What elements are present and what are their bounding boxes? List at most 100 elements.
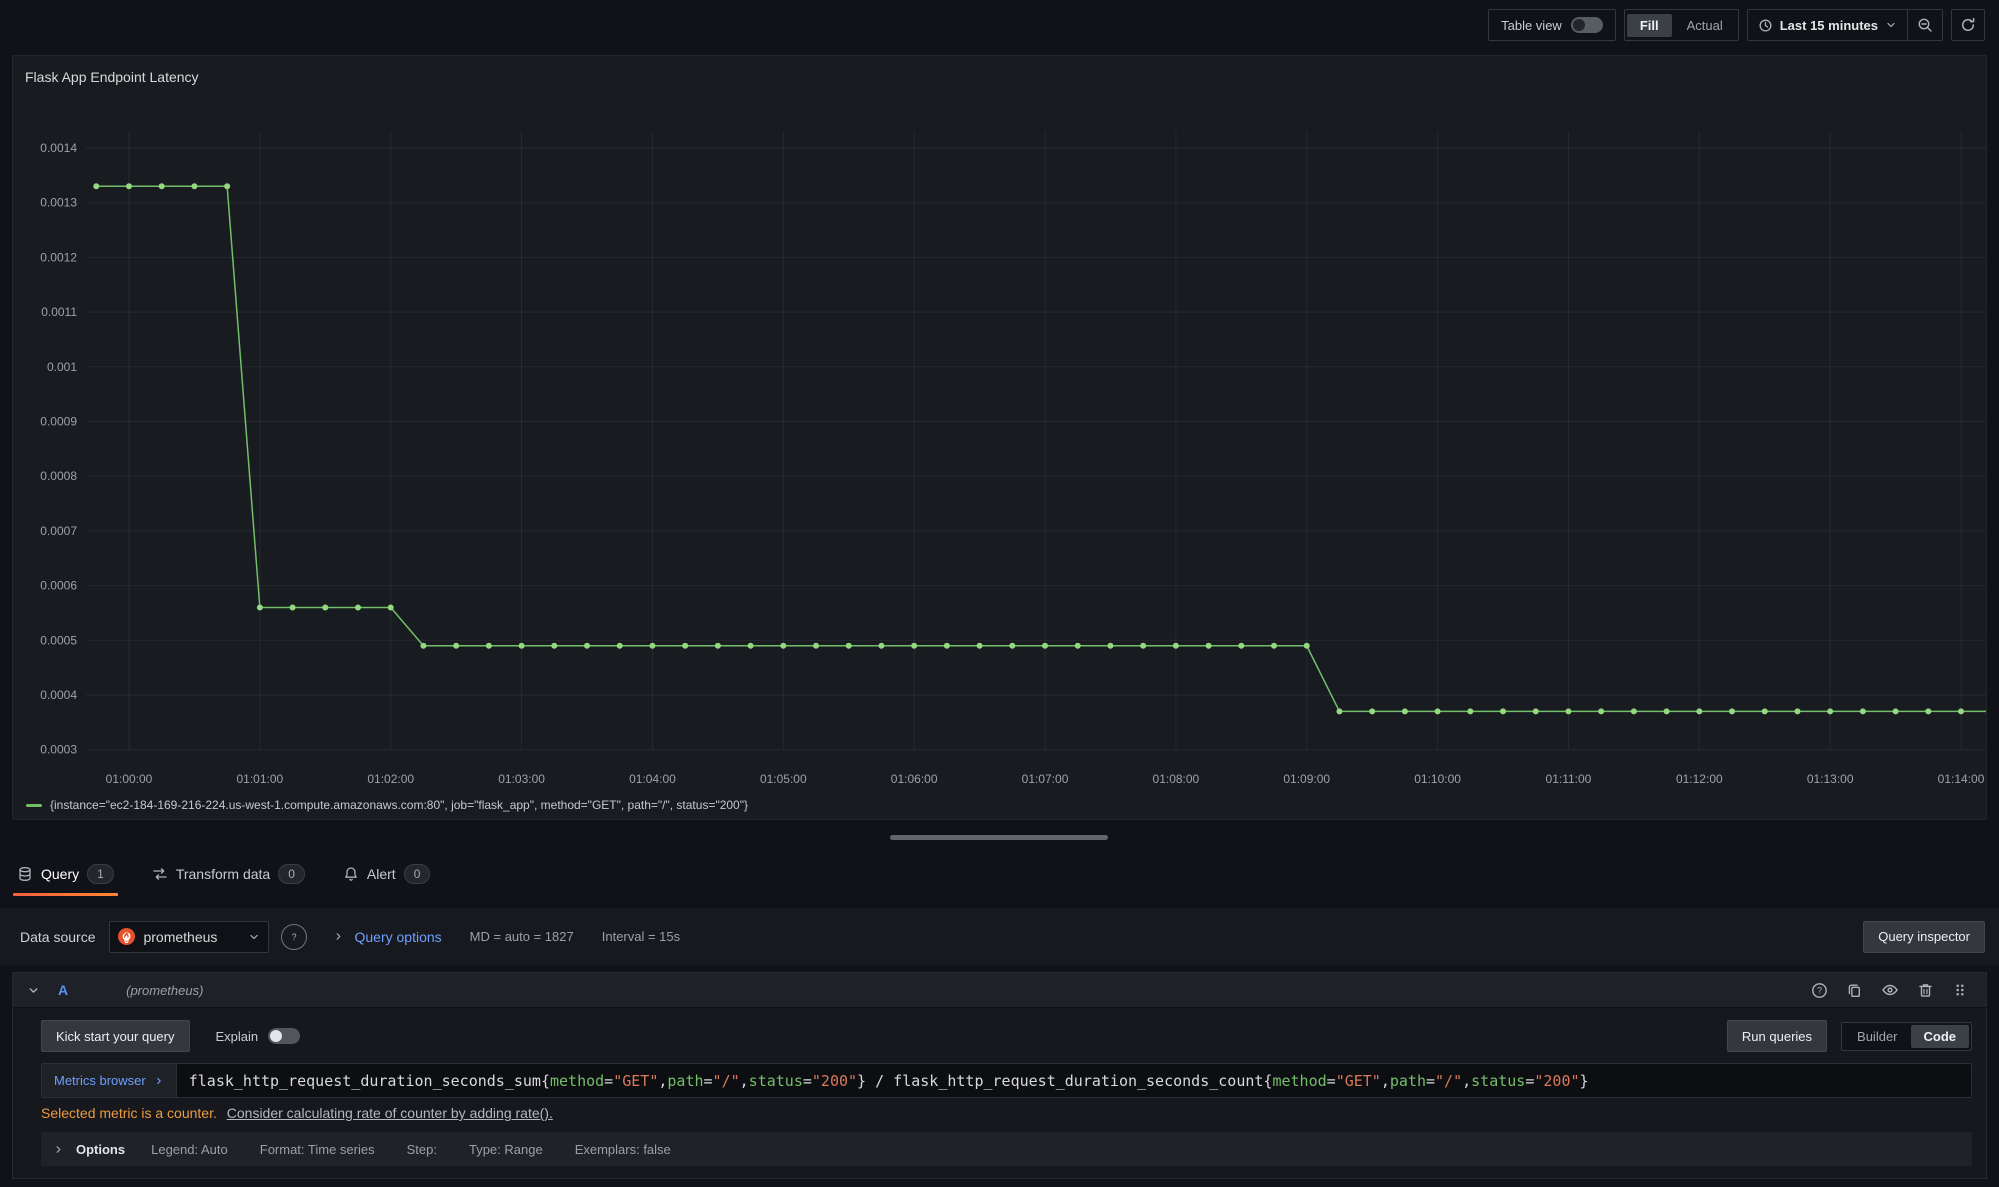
prometheus-icon	[118, 928, 135, 945]
add-rate-link[interactable]: Consider calculating rate of counter by …	[227, 1105, 553, 1121]
series-point	[1271, 643, 1277, 649]
promql-token: =	[803, 1072, 812, 1090]
duplicate-query-icon[interactable]	[1846, 982, 1863, 999]
series-point	[813, 643, 819, 649]
query-row-header[interactable]: A (prometheus) ?	[12, 972, 1987, 1008]
promql-expression-input[interactable]: flask_http_request_duration_seconds_sum{…	[176, 1063, 1972, 1098]
datasource-value: prometheus	[143, 929, 240, 945]
table-view-toggle[interactable]	[1571, 17, 1603, 33]
drag-handle-icon[interactable]	[1952, 982, 1968, 998]
series-point	[1533, 708, 1539, 714]
x-tick-label: 01:09:00	[1283, 772, 1330, 786]
x-tick-label: 01:04:00	[629, 772, 676, 786]
query-options-label: Query options	[354, 929, 441, 945]
promql-token: "/"	[713, 1072, 740, 1090]
series-point	[290, 604, 296, 610]
table-view-control: Table view	[1488, 9, 1616, 41]
delete-query-icon[interactable]	[1917, 982, 1934, 999]
query-row-actions: ?	[1811, 981, 1968, 999]
kick-start-query-button[interactable]: Kick start your query	[41, 1020, 190, 1052]
datasource-select[interactable]: prometheus	[109, 921, 269, 953]
fill-option[interactable]: Fill	[1627, 14, 1672, 37]
x-tick-label: 01:12:00	[1676, 772, 1723, 786]
series-point	[453, 643, 459, 649]
series-point	[93, 183, 99, 189]
tab-count-badge: 1	[87, 864, 114, 884]
actual-option[interactable]: Actual	[1674, 14, 1736, 37]
promql-token: =	[604, 1072, 613, 1090]
refresh-icon	[1960, 17, 1976, 33]
series-point	[126, 183, 132, 189]
series-point	[355, 604, 361, 610]
metrics-browser-button[interactable]: Metrics browser	[41, 1063, 176, 1098]
x-tick-label: 01:13:00	[1807, 772, 1854, 786]
option-type: Type: Range	[469, 1142, 543, 1157]
time-range-picker: Last 15 minutes	[1747, 9, 1943, 41]
x-tick-label: 01:03:00	[498, 772, 545, 786]
svg-text:?: ?	[1817, 985, 1822, 995]
promql-token: ,	[740, 1072, 749, 1090]
metrics-browser-label: Metrics browser	[54, 1073, 146, 1088]
toggle-knob	[270, 1030, 282, 1042]
explain-toggle[interactable]	[268, 1028, 300, 1044]
x-tick-label: 01:01:00	[237, 772, 284, 786]
help-icon: ?	[287, 930, 301, 944]
promql-token: ,	[1462, 1072, 1471, 1090]
run-queries-button[interactable]: Run queries	[1727, 1020, 1827, 1052]
code-option[interactable]: Code	[1911, 1025, 1970, 1048]
tab-alert[interactable]: Alert 0	[339, 852, 434, 896]
collapse-chevron-icon[interactable]	[27, 984, 40, 997]
legend-series-swatch	[26, 804, 42, 807]
builder-option[interactable]: Builder	[1844, 1025, 1910, 1048]
chevron-right-icon	[333, 931, 344, 942]
promql-token: =	[1525, 1072, 1534, 1090]
series-point	[191, 183, 197, 189]
series-point	[551, 643, 557, 649]
time-range-button[interactable]: Last 15 minutes	[1748, 10, 1907, 40]
datasource-help-button[interactable]: ?	[281, 924, 307, 950]
series-point	[617, 643, 623, 649]
chevron-right-icon	[154, 1076, 164, 1086]
zoom-out-time-button[interactable]	[1907, 10, 1942, 40]
y-tick-label: 0.0004	[40, 688, 77, 702]
query-editor: A (prometheus) ? Kick start your query E…	[12, 972, 1987, 1179]
series-point	[1500, 708, 1506, 714]
promql-token: } / flask_http_request_duration_seconds_…	[857, 1072, 1272, 1090]
series-point	[1827, 708, 1833, 714]
promql-token: "200"	[812, 1072, 857, 1090]
x-tick-label: 01:10:00	[1414, 772, 1461, 786]
query-datasource-hint: (prometheus)	[126, 983, 203, 998]
series-point	[1893, 708, 1899, 714]
series-point	[519, 643, 525, 649]
explain-label: Explain	[216, 1029, 259, 1044]
panel-resize-handle[interactable]	[890, 835, 1108, 840]
promql-token: "/"	[1435, 1072, 1462, 1090]
series-point	[1206, 643, 1212, 649]
refresh-button[interactable]	[1951, 9, 1985, 41]
promql-token: method	[550, 1072, 604, 1090]
promql-token: ,	[1381, 1072, 1390, 1090]
query-help-icon[interactable]: ?	[1811, 982, 1828, 999]
query-ref-id: A	[58, 982, 68, 998]
tab-transform-data[interactable]: Transform data 0	[148, 852, 309, 896]
promql-token: status	[1471, 1072, 1525, 1090]
datasource-row: Data source prometheus ? Query options M…	[0, 908, 1999, 965]
query-options-strip[interactable]: Options Legend: Auto Format: Time series…	[41, 1132, 1972, 1166]
latency-chart: 0.00140.00130.00120.00110.0010.00090.000…	[13, 56, 1986, 796]
series-point	[780, 643, 786, 649]
series-point	[1467, 708, 1473, 714]
query-options-toggle[interactable]: Query options	[333, 929, 441, 945]
x-tick-label: 01:05:00	[760, 772, 807, 786]
toggle-visibility-icon[interactable]	[1881, 981, 1899, 999]
y-tick-label: 0.0003	[40, 743, 77, 757]
query-row-body: Kick start your query Explain Run querie…	[12, 1008, 1987, 1179]
options-title: Options	[76, 1142, 125, 1157]
promql-token: path	[1390, 1072, 1426, 1090]
series-point	[1238, 643, 1244, 649]
chart-legend[interactable]: {instance="ec2-184-169-216-224.us-west-1…	[26, 798, 748, 812]
query-inspector-button[interactable]: Query inspector	[1863, 921, 1985, 953]
panel-title: Flask App Endpoint Latency	[25, 69, 199, 85]
series-point	[715, 643, 721, 649]
x-tick-label: 01:07:00	[1022, 772, 1069, 786]
tab-query[interactable]: Query 1	[13, 852, 118, 896]
